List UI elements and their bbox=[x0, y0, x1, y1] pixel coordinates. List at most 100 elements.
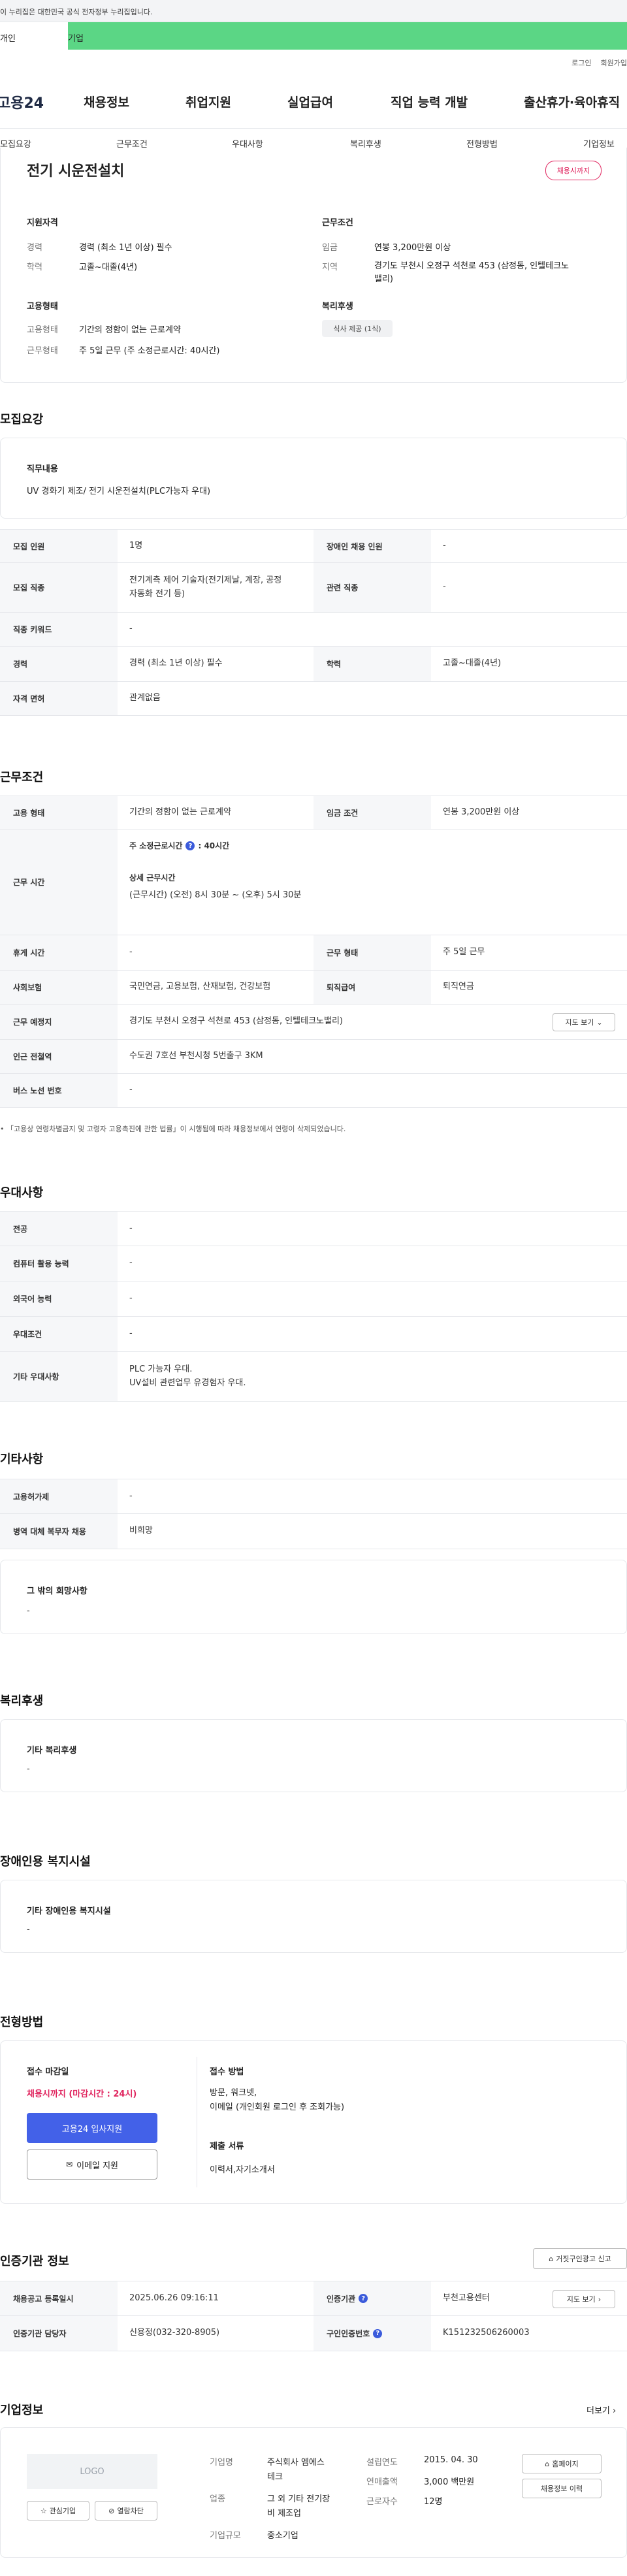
apply-button[interactable]: 고용24 입사지원 bbox=[27, 2113, 157, 2143]
language-label: 외국어 능력 bbox=[0, 1281, 118, 1316]
region-label: 지역 bbox=[322, 263, 338, 272]
map-button[interactable]: 지도 보기 ⌄ bbox=[553, 1013, 615, 1031]
cert-no-label: 구인인증번호 ? bbox=[314, 2316, 431, 2351]
manager-value: 신용정(032-320-8905) bbox=[129, 2328, 220, 2338]
table-row: 채용공고 등록일시 2025.06.26 09:16:11 인증기관 ? 부천고… bbox=[0, 2281, 627, 2316]
industry-line1: 그 외 기타 전기장 bbox=[267, 2494, 330, 2504]
disability-section-title: 장애인용 복지시설 bbox=[0, 1855, 91, 1869]
history-button[interactable]: 채용정보 이력 bbox=[522, 2479, 602, 2498]
pref-etc-line2: UV설비 관련업무 유경험자 우대. bbox=[129, 1377, 246, 1388]
military-value: 비희망 bbox=[129, 1526, 153, 1536]
status-badge: 채용시까지 bbox=[545, 161, 602, 180]
reg-date-value: 2025.06.26 09:16:11 bbox=[129, 2293, 219, 2303]
method-heading: 접수 방법 bbox=[210, 2067, 244, 2077]
hours-weekly-value: : 40시간 bbox=[198, 841, 230, 850]
revenue-label: 연매출액 bbox=[366, 2477, 398, 2487]
chevron-right-icon: › bbox=[598, 2294, 602, 2304]
revenue-value: 3,000 백만원 bbox=[424, 2477, 475, 2487]
gnb-item-jobs[interactable]: 채용정보 bbox=[84, 93, 129, 110]
user-type-tabs: 개인 기업 bbox=[0, 22, 627, 50]
hours-label: 근무 시간 bbox=[0, 829, 118, 935]
login-link[interactable]: 로그인 bbox=[571, 57, 591, 68]
chevron-right-icon: › bbox=[613, 2406, 617, 2416]
block-view-button[interactable]: ⊘ 열람차단 bbox=[95, 2501, 157, 2520]
table-row: 근무 예정지 경기도 부천시 오정구 석천로 453 (삼정동, 인텔테크노밸리… bbox=[0, 1005, 627, 1040]
cert-no-label-text: 구인인증번호 bbox=[327, 2329, 370, 2338]
job-desc-heading: 직무내용 bbox=[27, 464, 58, 474]
info-icon[interactable]: ? bbox=[359, 2294, 368, 2303]
job-type-line2: 자동화 전기 등) bbox=[129, 588, 185, 599]
gnb-item-vocational-training[interactable]: 직업 능력 개발 bbox=[391, 93, 468, 110]
employees-label: 근로자수 bbox=[366, 2497, 398, 2507]
cond-work-form-value: 주 5일 근무 bbox=[443, 947, 485, 958]
emp-type-label: 고용형태 bbox=[27, 325, 58, 335]
permit-label: 고용허가제 bbox=[0, 1479, 118, 1513]
experience-label: 경력 bbox=[27, 243, 42, 253]
tab-personal[interactable]: 개인 bbox=[0, 22, 68, 50]
employment-heading: 고용형태 bbox=[27, 302, 58, 312]
conditions-section-title: 근무조건 bbox=[0, 771, 44, 784]
industry-label: 업종 bbox=[210, 2494, 225, 2504]
info-icon[interactable]: ? bbox=[373, 2328, 383, 2338]
computer-label: 컴퓨터 활용 능력 bbox=[0, 1246, 118, 1281]
headcount-value: 1명 bbox=[129, 540, 143, 551]
deadline-heading: 접수 마감일 bbox=[27, 2067, 69, 2077]
table-row: 사회보험 국민연금, 고용보험, 산재보험, 건강보험 퇴직급여 퇴직연금 bbox=[0, 971, 627, 1005]
wage-label: 임금 bbox=[322, 243, 338, 253]
job-type-value: 전기계측 제어 기술자(전기제날, 계장, 공정 자동화 전기 등) bbox=[118, 563, 314, 612]
computer-value: - bbox=[129, 1258, 133, 1268]
table-row: 컴퓨터 활용 능력 - bbox=[0, 1246, 627, 1281]
email-apply-button[interactable]: ✉ 이메일 지원 bbox=[27, 2149, 157, 2180]
table-row: 모집 인원 1명 장애인 채용 인원 - bbox=[0, 529, 627, 563]
welfare-other-value: - bbox=[27, 1764, 30, 1774]
star-icon: ☆ bbox=[40, 2506, 47, 2515]
hours-value: 주 소정근로시간 ? : 40시간 상세 근무시간 (근무시간) (오전) 8시… bbox=[118, 829, 627, 935]
pref-etc-value: PLC 가능자 우대. UV설비 관련업무 유경험자 우대. bbox=[118, 1352, 627, 1401]
info-icon[interactable]: ? bbox=[185, 841, 195, 851]
cond-emp-type-label: 고용 형태 bbox=[0, 796, 118, 829]
agency-map-button[interactable]: 지도 보기 › bbox=[553, 2290, 615, 2308]
table-row: 고용허가제 - bbox=[0, 1479, 627, 1514]
site-logo[interactable]: 고용24 bbox=[0, 91, 44, 112]
employees-value: 12명 bbox=[424, 2497, 443, 2507]
gnb-item-employment-support[interactable]: 취업지원 bbox=[185, 93, 231, 110]
manager-label: 인증기관 담당자 bbox=[0, 2316, 118, 2351]
industry-line2: 비 제조업 bbox=[267, 2509, 301, 2519]
pref-etc-line1: PLC 가능자 우대. bbox=[129, 1364, 193, 1375]
agency-map-label: 지도 보기 bbox=[566, 2295, 596, 2304]
license-value: 관계없음 bbox=[129, 693, 161, 703]
tab-corporate[interactable]: 기업 bbox=[68, 22, 627, 50]
company-more-label: 더보기 bbox=[587, 2406, 610, 2416]
top-links: 로그인 회원가입 bbox=[571, 57, 627, 68]
homepage-button[interactable]: ⌂ 홈페이지 bbox=[522, 2454, 602, 2473]
related-value: - bbox=[443, 582, 446, 592]
gnb-item-unemployment-benefit[interactable]: 실업급여 bbox=[287, 93, 333, 110]
report-fake-ad-button[interactable]: ⌂ 거짓구인광고 신고 bbox=[533, 2248, 627, 2269]
welfare-other-heading: 기타 복리후생 bbox=[27, 1746, 77, 1756]
company-more-link[interactable]: 더보기 › bbox=[587, 2404, 616, 2416]
job-desc-card: 직무내용 UV 경화기 제조/ 전기 시운전설치(PLC가능자 우대) bbox=[0, 438, 627, 519]
gnb-item-parental-leave[interactable]: 출산휴가·육아휴직 bbox=[524, 93, 620, 110]
signup-link[interactable]: 회원가입 bbox=[601, 57, 627, 68]
related-label: 관련 직종 bbox=[314, 563, 431, 612]
email-apply-label: 이메일 지원 bbox=[76, 2161, 118, 2171]
chevron-down-icon: ⌄ bbox=[596, 1018, 603, 1027]
company-section-title: 기업정보 bbox=[0, 2404, 44, 2417]
wage-value: 연봉 3,200만원 이상 bbox=[374, 243, 451, 253]
table-row: 외국어 능력 - bbox=[0, 1281, 627, 1317]
welfare-card: 기타 복리후생 - bbox=[0, 1719, 627, 1792]
education-label: 학력 bbox=[27, 263, 42, 272]
welfare-section-title: 복리후생 bbox=[0, 1694, 44, 1708]
table-row: 자격 면허 관계없음 bbox=[0, 682, 627, 716]
table-row: 휴게 시간 - 근무 형태 주 5일 근무 bbox=[0, 935, 627, 971]
conditions-heading: 근무조건 bbox=[322, 218, 353, 228]
docs-heading: 제출 서류 bbox=[210, 2142, 244, 2151]
interest-company-button[interactable]: ☆ 관심기업 bbox=[27, 2501, 89, 2520]
severance-label: 퇴직급여 bbox=[314, 971, 431, 1004]
gov-banner: 이 누리집은 대한민국 공식 전자정부 누리집입니다. bbox=[0, 0, 627, 22]
severance-value: 퇴직연금 bbox=[443, 982, 474, 992]
headcount-label: 모집 인원 bbox=[0, 530, 118, 562]
disability-card: 기타 장애인용 복지시설 - bbox=[0, 1880, 627, 1953]
agency-label-text: 인증기관 bbox=[327, 2294, 356, 2304]
job-summary-card: 전기 시운전설치 채용시까지 지원자격 경력 경력 (최소 1년 이상) 필수 … bbox=[0, 148, 627, 383]
